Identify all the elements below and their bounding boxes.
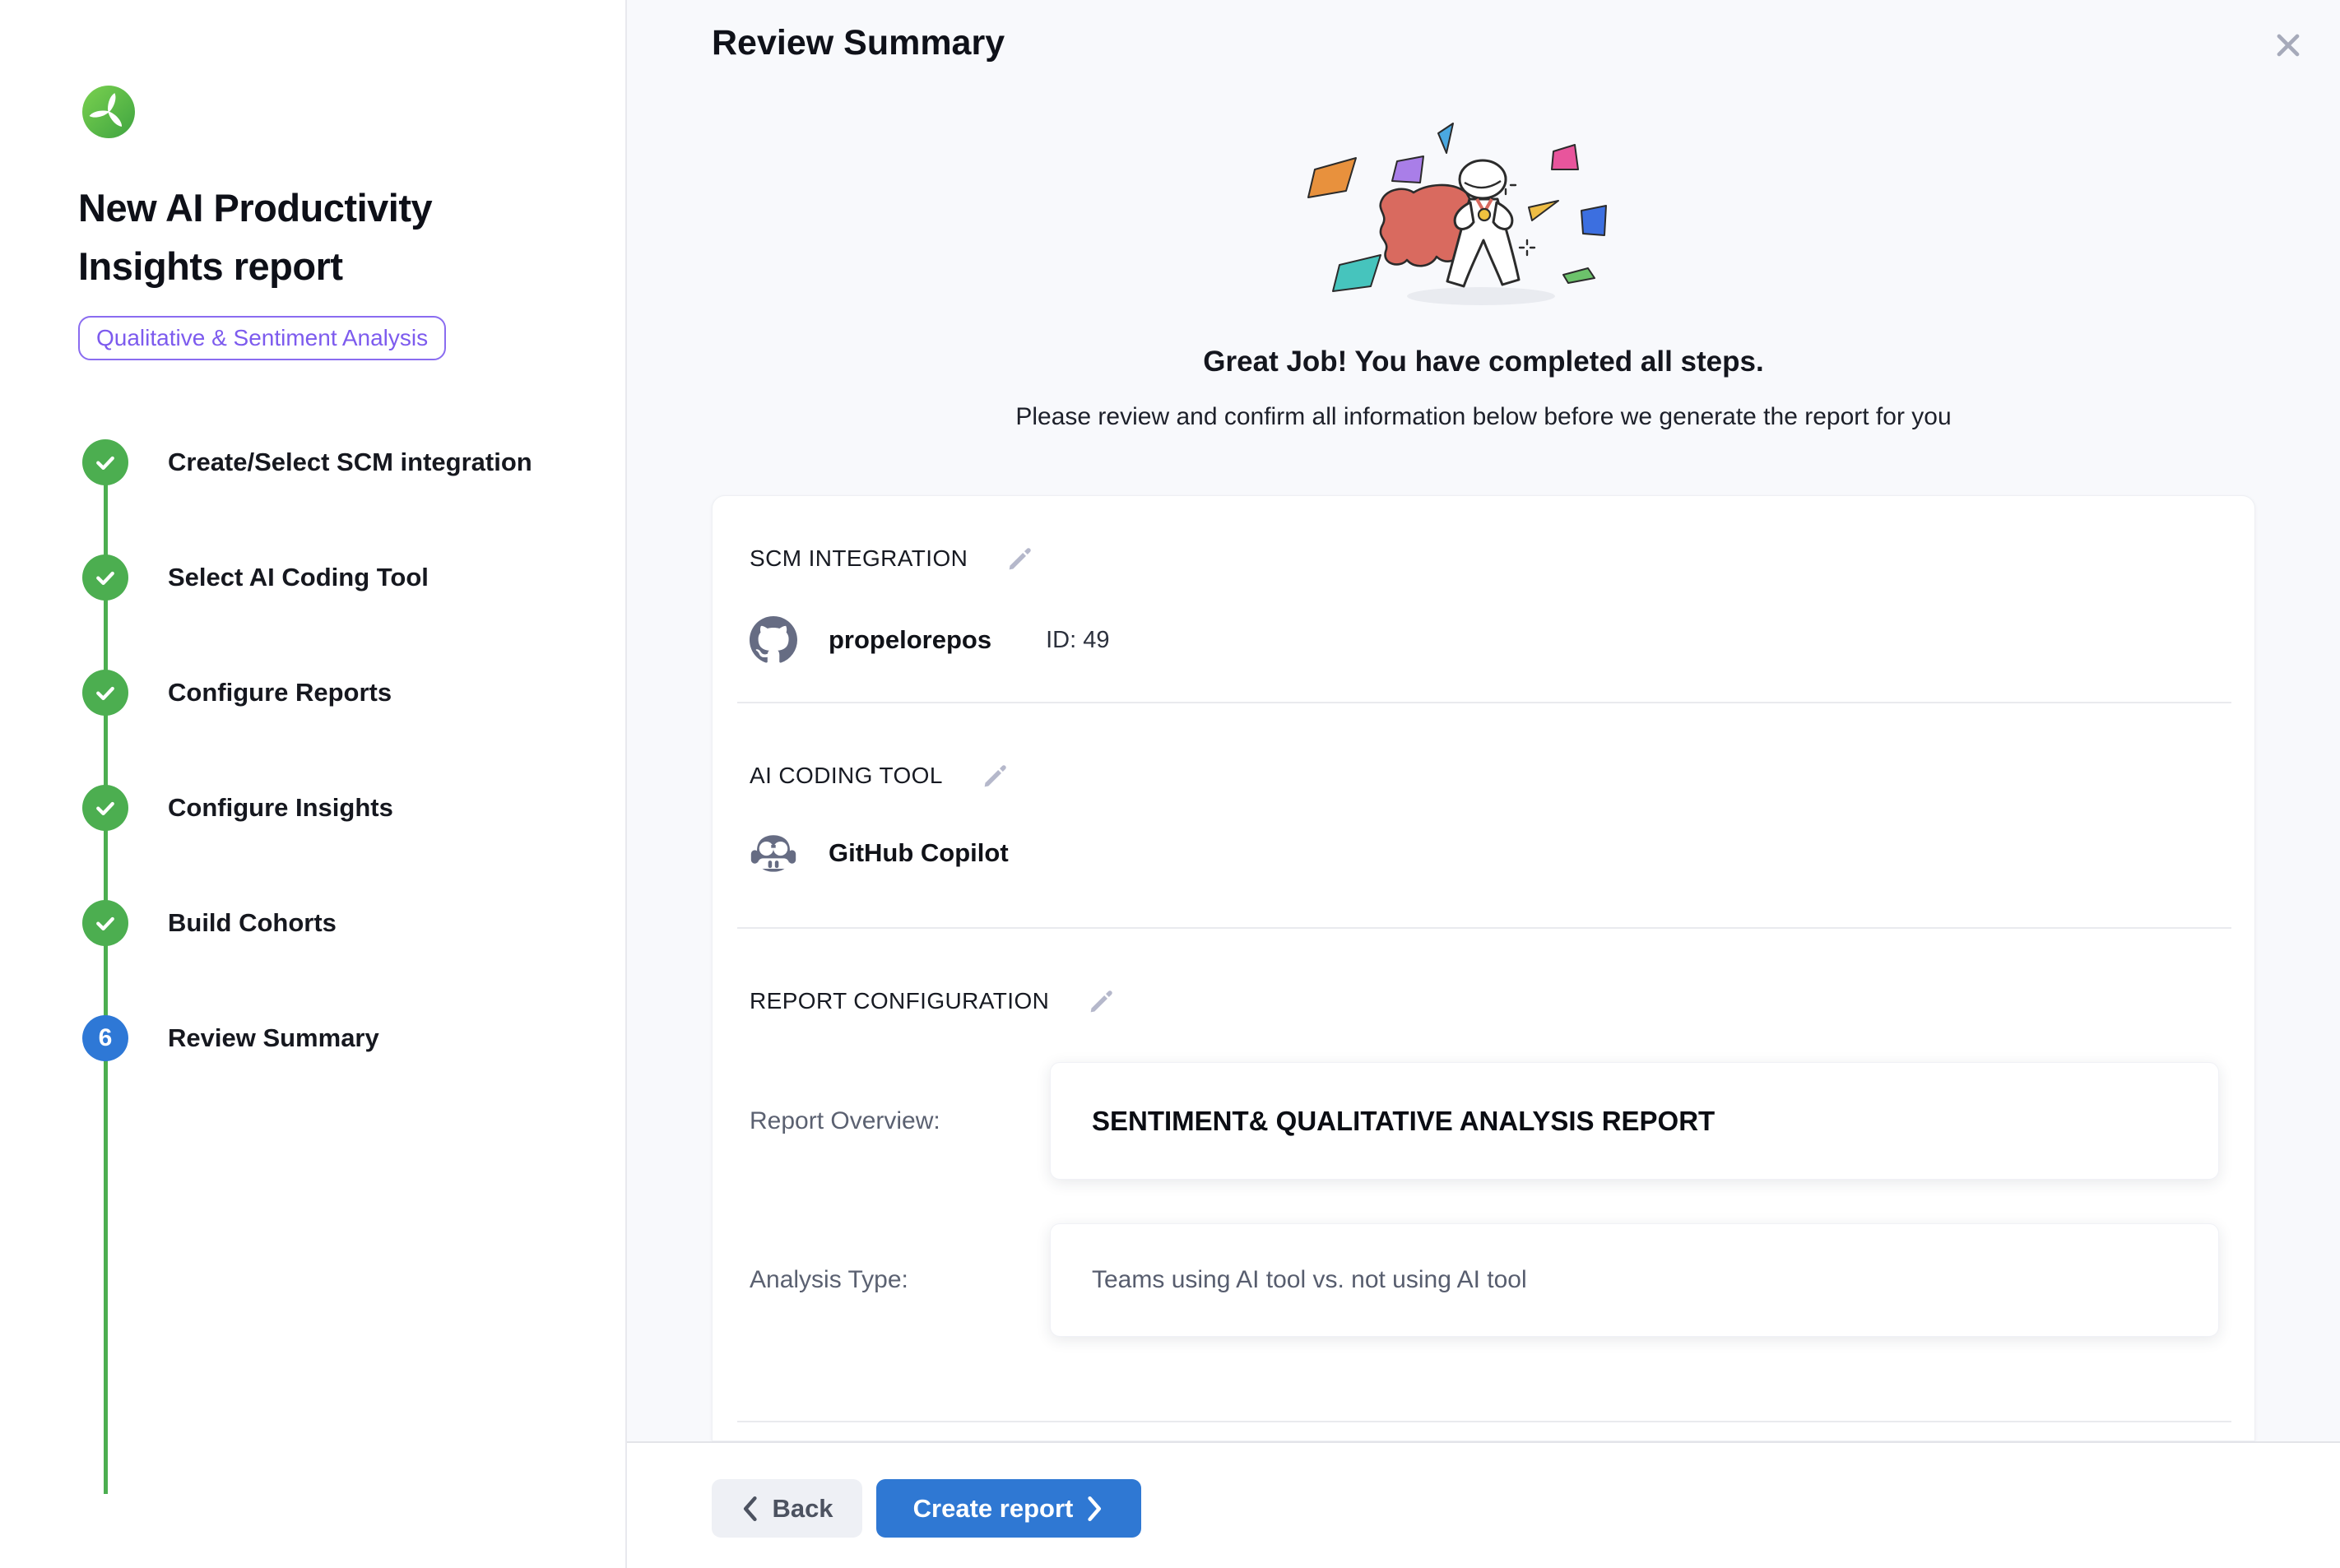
congrats-subheading: Please review and confirm all informatio…: [627, 403, 2340, 431]
step-build-cohorts[interactable]: Build Cohorts: [82, 900, 337, 946]
analysis-type-value-box: Teams using AI tool vs. not using AI too…: [1050, 1223, 2219, 1337]
report-overview-value-box: SENTIMENT& QUALITATIVE ANALYSIS REPORT: [1050, 1062, 2219, 1180]
scm-integration-id: ID: 49: [1046, 627, 1109, 654]
step-label: Build Cohorts: [168, 908, 337, 938]
step-review-summary[interactable]: 6 Review Summary: [82, 1015, 379, 1061]
step-select-ai-tool[interactable]: Select AI Coding Tool: [82, 554, 429, 601]
scm-integration-row: propelorepos ID: 49: [750, 616, 1109, 664]
step-label: Configure Reports: [168, 678, 392, 707]
check-icon: [82, 439, 128, 485]
edit-report-config-icon[interactable]: [1085, 985, 1118, 1018]
wizard-title: New AI Productivity Insights report: [78, 179, 539, 295]
ai-tool-section-label: AI CODING TOOL: [750, 763, 943, 789]
edit-scm-icon[interactable]: [1004, 542, 1037, 575]
step-label: Review Summary: [168, 1023, 379, 1053]
scm-section-header: SCM INTEGRATION: [750, 542, 1037, 575]
celebration-illustration: [1290, 117, 1677, 322]
section-divider: [737, 702, 2231, 703]
report-config-section-header: REPORT CONFIGURATION: [750, 985, 1118, 1018]
scm-section-label: SCM INTEGRATION: [750, 545, 968, 572]
create-report-button[interactable]: Create report: [876, 1479, 1141, 1538]
back-button[interactable]: Back: [712, 1479, 862, 1538]
report-overview-value: SENTIMENT& QUALITATIVE ANALYSIS REPORT: [1092, 1106, 1715, 1137]
report-overview-row: Report Overview: SENTIMENT& QUALITATIVE …: [750, 1062, 2219, 1180]
chevron-left-icon: [741, 1496, 759, 1522]
github-icon: [750, 616, 797, 664]
back-button-label: Back: [772, 1494, 833, 1524]
step-connector-line: [104, 462, 108, 1494]
analysis-type-label: Analysis Type:: [750, 1266, 1050, 1294]
wizard-footer: Back Create report: [627, 1441, 2340, 1568]
page-title: Review Summary: [712, 23, 1005, 63]
wizard-sidebar: New AI Productivity Insights report Qual…: [0, 0, 627, 1568]
ai-tool-name: GitHub Copilot: [829, 838, 1009, 868]
check-icon: [82, 670, 128, 716]
congrats-heading: Great Job! You have completed all steps.: [627, 346, 2340, 378]
summary-card: SCM INTEGRATION propelorepos ID: 49 AI C…: [712, 495, 2255, 1441]
step-label: Configure Insights: [168, 793, 393, 823]
section-divider: [737, 1421, 2231, 1422]
report-type-badge: Qualitative & Sentiment Analysis: [78, 316, 446, 360]
github-copilot-icon: [750, 832, 797, 874]
create-report-label: Create report: [913, 1494, 1074, 1524]
step-create-select-scm[interactable]: Create/Select SCM integration: [82, 439, 532, 485]
step-number-badge: 6: [82, 1015, 128, 1061]
propeller-logo-icon: [82, 86, 135, 138]
step-label: Select AI Coding Tool: [168, 563, 429, 592]
check-icon: [82, 554, 128, 601]
analysis-type-value: Teams using AI tool vs. not using AI too…: [1092, 1266, 1527, 1294]
check-icon: [82, 900, 128, 946]
report-overview-label: Report Overview:: [750, 1107, 1050, 1135]
ai-tool-row: GitHub Copilot: [750, 832, 1009, 874]
step-configure-reports[interactable]: Configure Reports: [82, 670, 392, 716]
ai-tool-section-header: AI CODING TOOL: [750, 759, 1012, 792]
section-divider: [737, 927, 2231, 929]
step-label: Create/Select SCM integration: [168, 448, 532, 477]
step-configure-insights[interactable]: Configure Insights: [82, 785, 393, 831]
report-config-section-label: REPORT CONFIGURATION: [750, 988, 1049, 1014]
check-icon: [82, 785, 128, 831]
chevron-right-icon: [1086, 1496, 1104, 1522]
close-icon[interactable]: [2268, 25, 2309, 66]
scm-integration-name: propelorepos: [829, 625, 991, 655]
review-summary-panel: Review Summary: [627, 0, 2340, 1568]
analysis-type-row: Analysis Type: Teams using AI tool vs. n…: [750, 1223, 2219, 1337]
edit-ai-tool-icon[interactable]: [979, 759, 1012, 792]
